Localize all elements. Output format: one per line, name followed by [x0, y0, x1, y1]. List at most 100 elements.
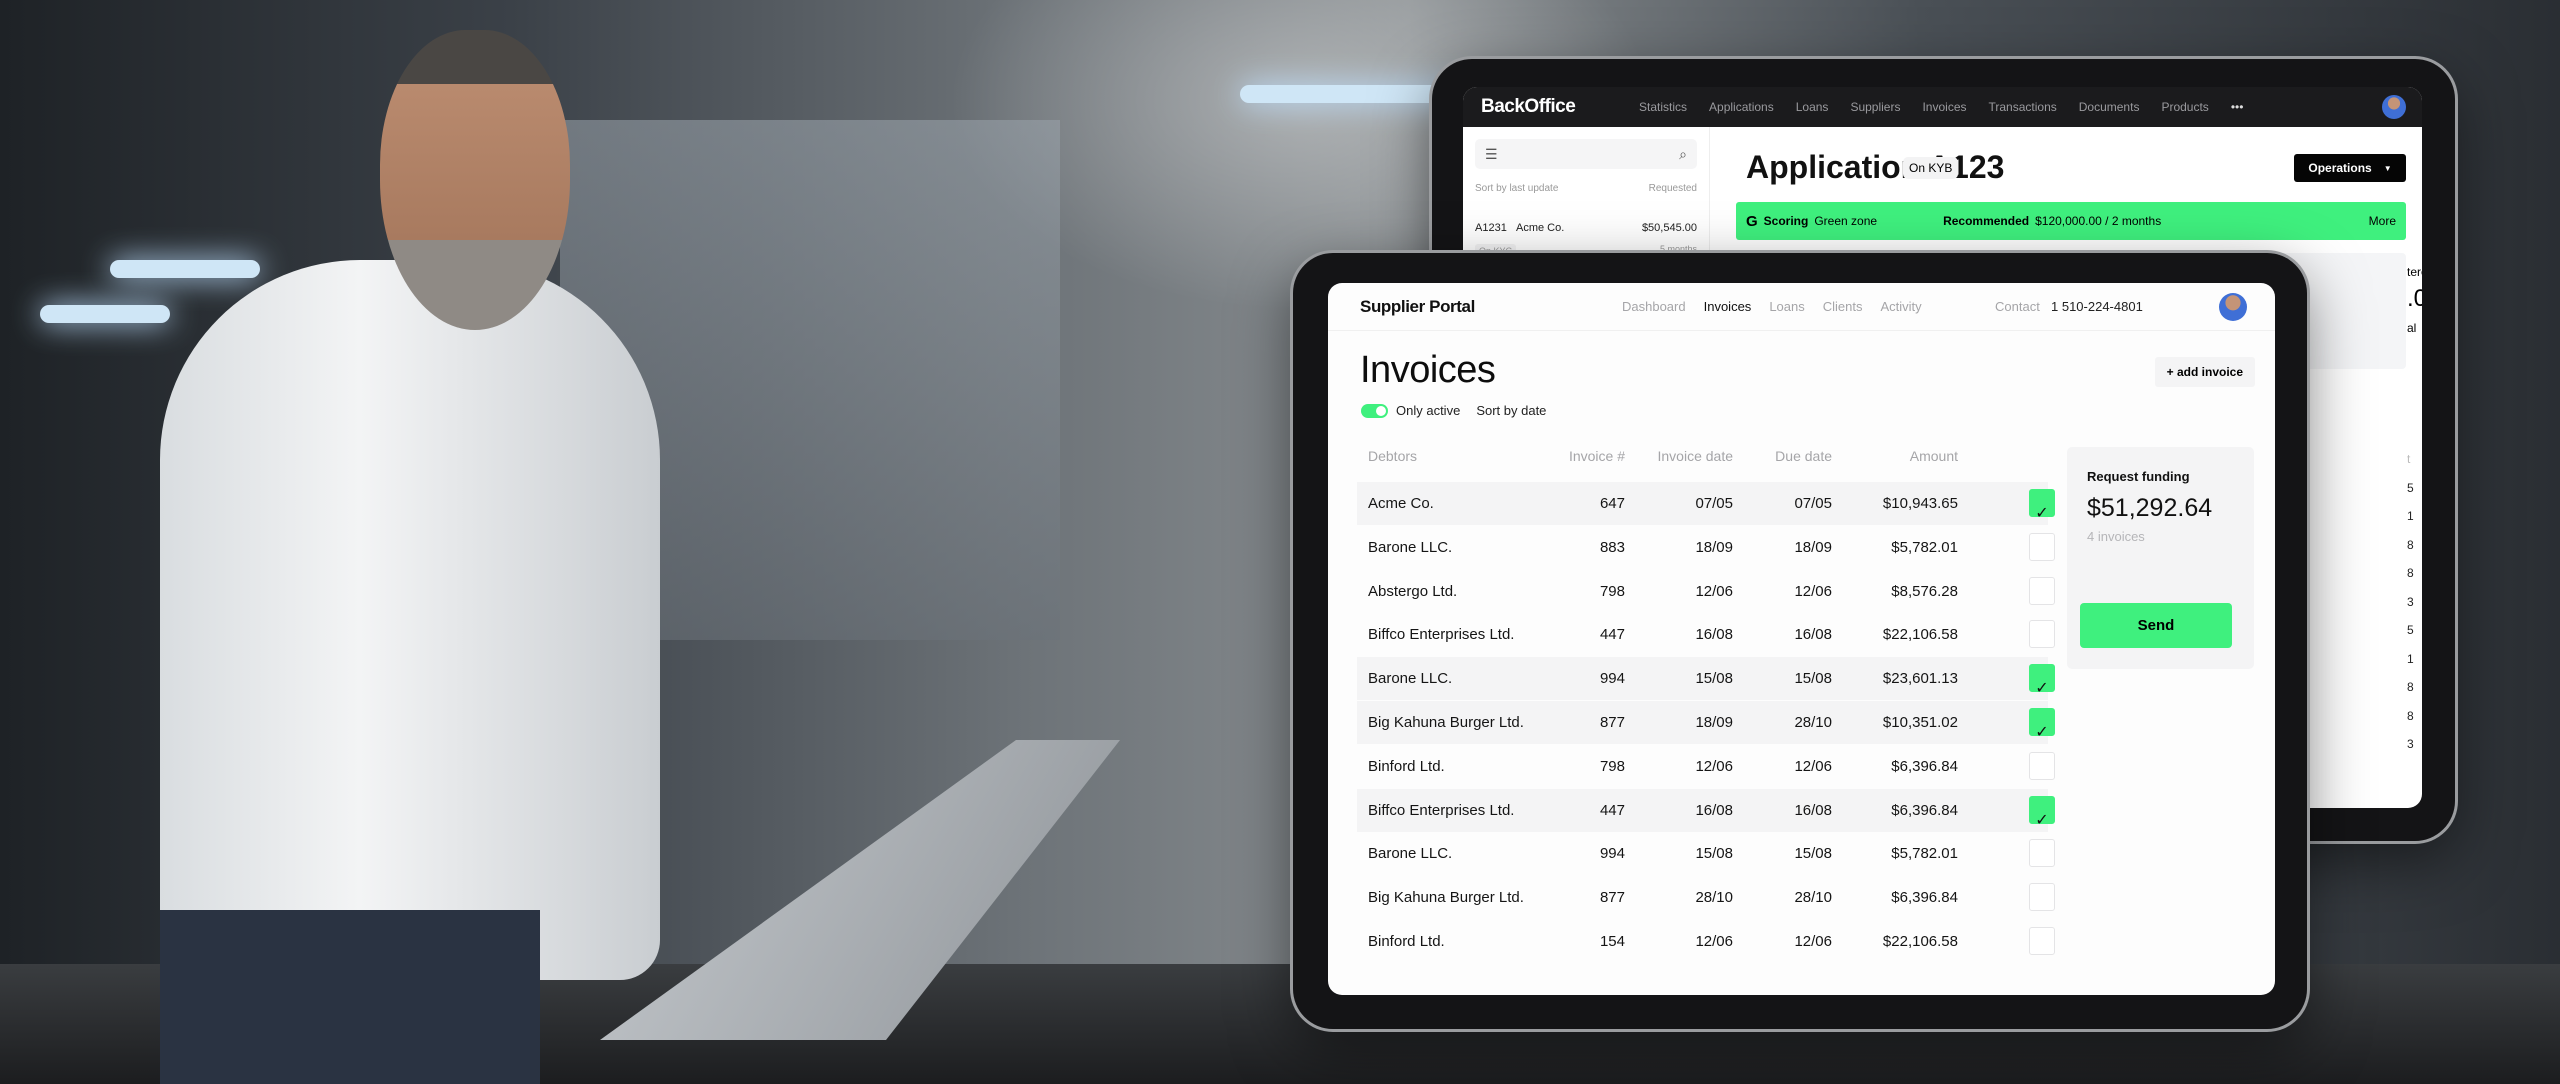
application-amount: $50,545.00 [1641, 222, 1697, 234]
column-invoice-number[interactable]: Invoice # [1545, 448, 1625, 464]
select-checkbox[interactable]: ✓ [2029, 708, 2055, 741]
nav-statistics[interactable]: Statistics [1639, 100, 1687, 114]
invoice-number: 994 [1599, 670, 1625, 688]
invoice-date: 28/10 [1695, 889, 1733, 907]
select-checkbox[interactable]: ✓ [2029, 664, 2055, 697]
more-link[interactable]: More [2369, 214, 2396, 228]
table-row[interactable]: Binford Ltd. 154 12/06 12/06 $22,106.58 [1357, 920, 2055, 963]
select-checkbox[interactable] [2029, 839, 2055, 868]
invoice-date: 18/09 [1695, 538, 1733, 556]
debtor-name: Big Kahuna Burger Ltd. [1368, 714, 1524, 731]
invoice-number: 877 [1599, 714, 1625, 731]
select-checkbox[interactable] [2029, 927, 2055, 955]
table-row[interactable]: Big Kahuna Burger Ltd. 877 18/09 28/10 $10,3… [1357, 701, 2055, 744]
amount: $23,601.13 [1882, 670, 1958, 688]
backoffice-nav: Statistics Applications Loans Suppliers … [1639, 100, 2243, 114]
search-input[interactable]: ☰ ⌕ [1475, 139, 1697, 169]
column-debtors[interactable]: Debtors [1368, 448, 1417, 464]
nav-invoices[interactable]: Invoices [1704, 299, 1752, 314]
request-funding-panel: Request funding $51,292.64 4 invoices Se… [2067, 447, 2254, 669]
amount: $10,943.65 [1882, 495, 1958, 512]
nav-loans[interactable]: Loans [1769, 299, 1804, 314]
due-date: 28/10 [1794, 714, 1832, 731]
table-row[interactable]: Biffco Enterprises Ltd. 447 16/08 16/08 $22,… [1357, 613, 2055, 656]
nav-loans[interactable]: Loans [1796, 100, 1829, 114]
select-checkbox[interactable]: ✓ [2029, 489, 2055, 522]
amount: $8,576.28 [1891, 582, 1958, 600]
column-fragment: 5 [2407, 623, 2414, 637]
due-date: 15/08 [1794, 670, 1832, 688]
send-button[interactable]: Send [2080, 603, 2232, 648]
table-row[interactable]: Abstergo Ltd. 798 12/06 12/06 $8,576.28 [1357, 570, 2055, 613]
nav-activity[interactable]: Activity [1880, 299, 1921, 314]
select-checkbox[interactable] [2029, 532, 2055, 561]
nav-applications[interactable]: Applications [1709, 100, 1774, 114]
operations-button[interactable]: Operations ▼ [2294, 154, 2406, 182]
add-invoice-button[interactable]: + add invoice [2154, 357, 2255, 387]
debtor-name: Barone LLC. [1368, 538, 1453, 556]
operations-label: Operations [2308, 161, 2372, 175]
nav-products[interactable]: Products [2161, 100, 2208, 114]
amount: $6,396.84 [1891, 801, 1958, 819]
select-checkbox[interactable] [2029, 620, 2055, 649]
table-row[interactable]: Barone LLC. 994 15/08 15/08 $5,782.01 [1357, 832, 2055, 875]
amount: $6,396.84 [1891, 889, 1958, 907]
filters: Only active Sort by date [1361, 403, 1546, 418]
avatar[interactable] [2382, 95, 2406, 119]
sort-by-date[interactable]: Sort by date [1476, 403, 1546, 418]
nav-dashboard[interactable]: Dashboard [1622, 299, 1686, 314]
nav-transactions[interactable]: Transactions [1989, 100, 2057, 114]
sort-label[interactable]: Sort by last update [1475, 183, 1558, 194]
table-row[interactable]: Biffco Enterprises Ltd. 447 16/08 16/08 $6,3… [1357, 788, 2055, 832]
amount: $10,351.02 [1882, 714, 1958, 731]
search-icon[interactable]: ⌕ [1679, 146, 1687, 163]
column-fragment: 1 [2407, 509, 2414, 523]
nav-suppliers[interactable]: Suppliers [1850, 100, 1900, 114]
interest-label-fragment: terest [2407, 265, 2422, 279]
invoice-date: 16/08 [1695, 626, 1733, 644]
backoffice-logo: BackOffice [1481, 96, 1576, 117]
only-active-toggle[interactable] [1361, 403, 1388, 418]
column-fragment: 5 [2407, 480, 2414, 495]
invoice-number: 994 [1599, 845, 1625, 863]
select-checkbox[interactable] [2029, 883, 2055, 912]
select-checkbox[interactable] [2029, 751, 2055, 780]
scoring-label: Scoring [1763, 214, 1809, 228]
due-date: 15/08 [1794, 845, 1832, 863]
nav-documents[interactable]: Documents [2079, 100, 2140, 114]
column-amount[interactable]: Amount [1858, 448, 1958, 464]
nav-clients[interactable]: Clients [1823, 299, 1863, 314]
ceiling-light [110, 260, 260, 278]
avatar[interactable] [2219, 293, 2247, 321]
filter-icon[interactable]: ☰ [1485, 146, 1498, 163]
debtor-name: Binford Ltd. [1368, 757, 1445, 775]
ellipsis-icon[interactable]: ••• [2231, 100, 2244, 114]
phone-number[interactable]: 1 510-224-4801 [2051, 299, 2143, 314]
select-checkbox[interactable] [2029, 576, 2055, 605]
table-row[interactable]: Binford Ltd. 798 12/06 12/06 $6,396.84 [1357, 745, 2055, 788]
due-date: 12/06 [1794, 757, 1832, 775]
column-fragment: 8 [2407, 680, 2414, 694]
amount: $5,782.01 [1891, 538, 1958, 556]
nav-invoices[interactable]: Invoices [1922, 100, 1966, 114]
table-row[interactable]: Barone LLC. 883 18/09 18/09 $5,782.01 [1357, 526, 2055, 569]
column-fragment: 8 [2407, 708, 2414, 723]
only-active-label: Only active [1396, 403, 1461, 418]
column-fragment: 3 [2407, 737, 2414, 751]
invoice-date: 12/06 [1695, 933, 1733, 950]
invoice-number: 647 [1599, 495, 1625, 512]
status-badge: On KYB [1903, 157, 1959, 179]
debtor-name: Big Kahuna Burger Ltd. [1368, 889, 1524, 907]
contact-link[interactable]: Contact [1995, 299, 2040, 314]
application-list-item[interactable]: A1231 Acme Co. $50,545.00 [1475, 222, 1697, 234]
due-date: 16/08 [1794, 626, 1832, 644]
table-row[interactable]: Big Kahuna Burger Ltd. 877 28/10 28/10 $6,39… [1357, 876, 2055, 919]
table-row[interactable]: Barone LLC. 994 15/08 15/08 $23,601.13 ✓ [1357, 657, 2055, 701]
select-checkbox[interactable]: ✓ [2029, 795, 2055, 829]
column-due-date[interactable]: Due date [1732, 448, 1832, 464]
supplier-nav: Dashboard Invoices Loans Clients Activit… [1622, 299, 1922, 314]
table-row[interactable]: Acme Co. 647 07/05 07/05 $10,943.65 ✓ [1357, 482, 2055, 525]
column-invoice-date[interactable]: Invoice date [1633, 448, 1734, 464]
application-name: Acme Co. [1515, 222, 1565, 234]
scoring-zone: Green zone [1814, 214, 1878, 228]
